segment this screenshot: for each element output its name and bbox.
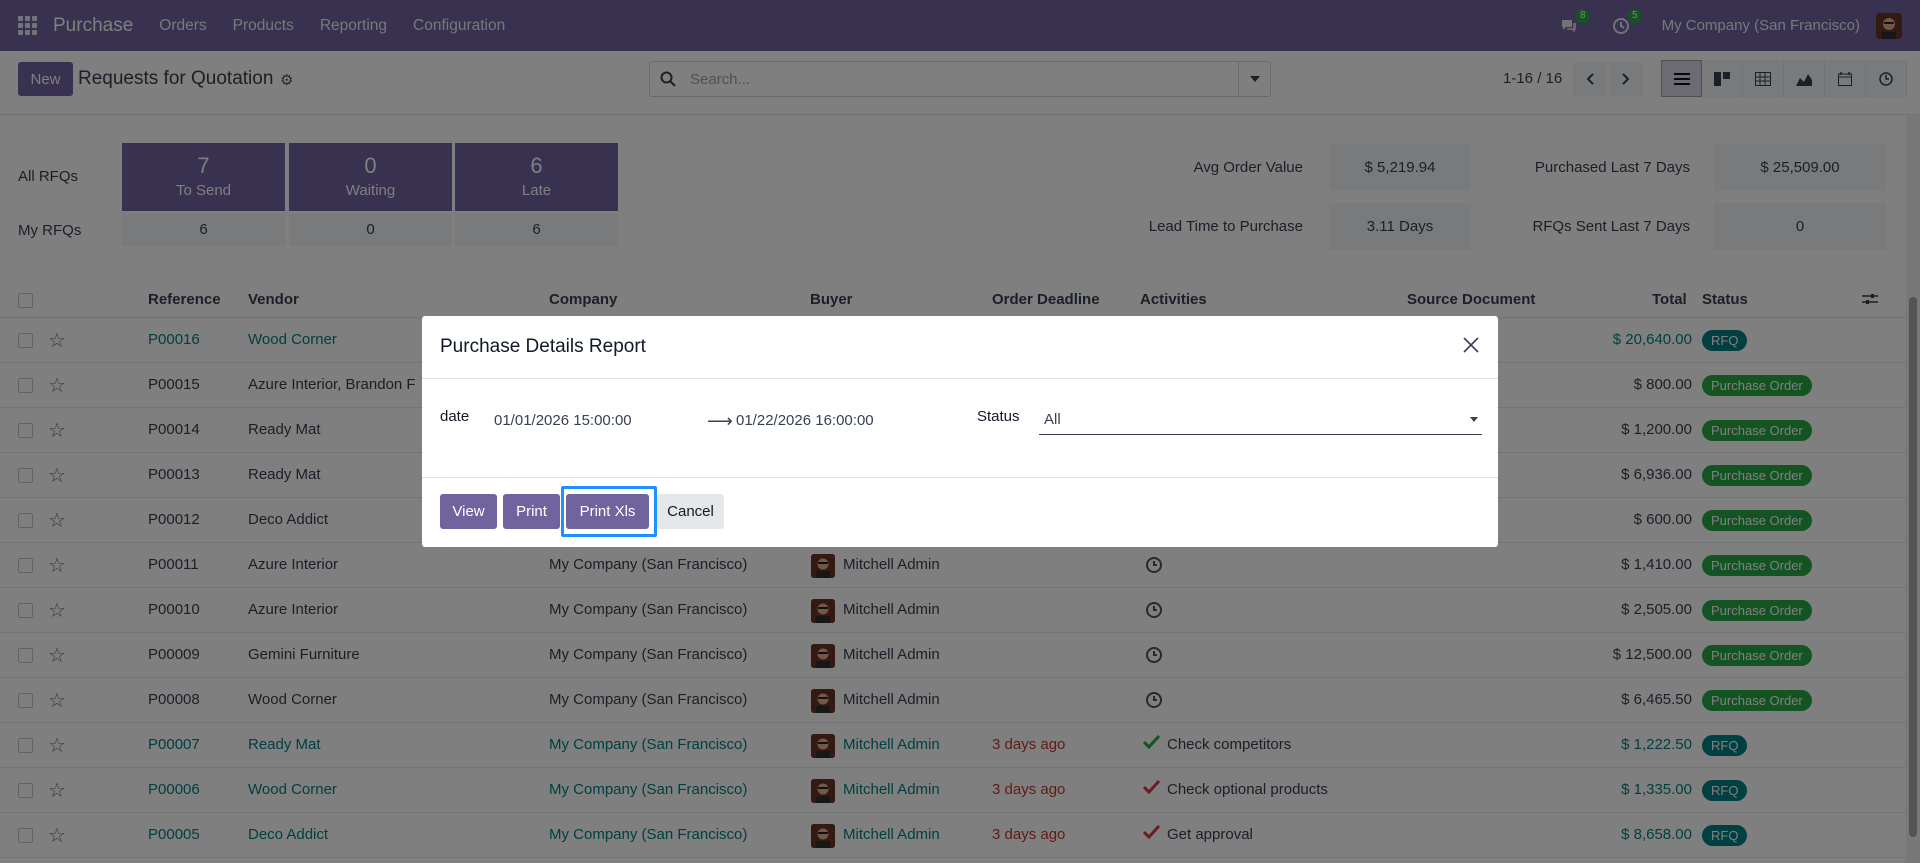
close-icon[interactable]	[1462, 336, 1482, 356]
date-to-field[interactable]: 01/22/2026 16:00:00	[736, 412, 874, 429]
print-button[interactable]: Print	[503, 494, 560, 529]
focus-highlight-box	[561, 486, 657, 537]
arrow-right-icon: ⟶	[707, 411, 733, 431]
dialog-body: date 01/01/2026 15:00:00 ⟶ 01/22/2026 16…	[422, 379, 1498, 478]
view-button[interactable]: View	[440, 494, 497, 529]
cancel-button[interactable]: Cancel	[657, 494, 724, 529]
dialog-header: Purchase Details Report	[422, 316, 1498, 379]
date-from-field[interactable]: 01/01/2026 15:00:00	[494, 412, 632, 429]
status-select[interactable]: All	[1039, 405, 1482, 435]
caret-down-icon	[1470, 417, 1478, 422]
date-label: date	[440, 408, 470, 425]
status-select-value: All	[1044, 411, 1061, 428]
dialog-title: Purchase Details Report	[440, 336, 646, 357]
status-label: Status	[977, 408, 1020, 425]
